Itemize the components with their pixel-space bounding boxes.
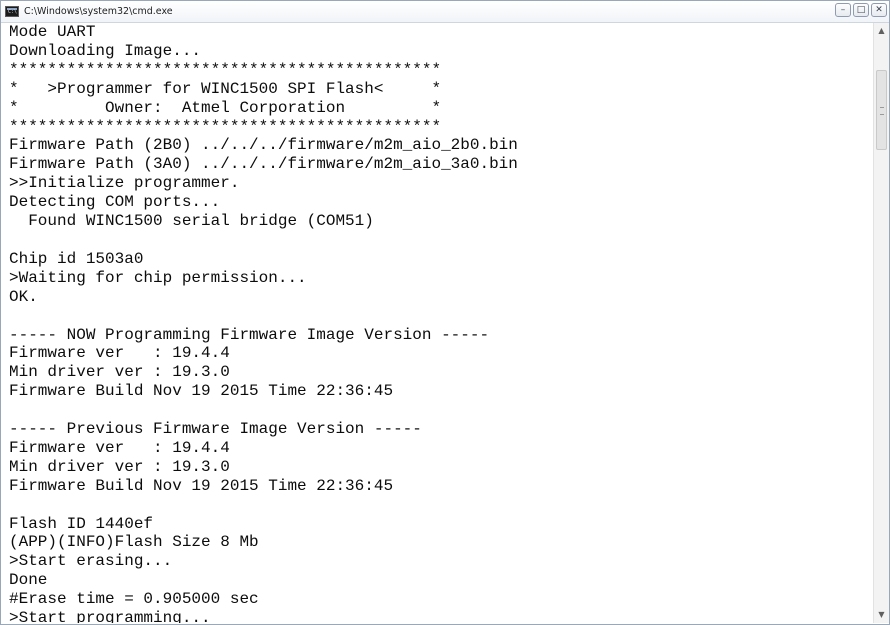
console-line: ----- NOW Programming Firmware Image Ver… [9,325,490,344]
console-line: * Owner: Atmel Corporation * [9,98,442,117]
console-line: ****************************************… [9,117,442,136]
console-line: Min driver ver : 19.3.0 [9,363,230,382]
console-line: #Erase time = 0.905000 sec [9,590,259,609]
console-line: Chip id 1503a0 [9,249,144,268]
console-line: (APP)(INFO)Flash Size 8 Mb [9,533,259,552]
scroll-down-arrow-icon[interactable]: ▼ [874,607,889,623]
console-line: Flash ID 1440ef [9,514,154,533]
console-output[interactable]: Mode UART Downloading Image... *********… [9,23,872,623]
console-line: Firmware ver : 19.4.4 [9,438,230,457]
scroll-grip-icon [880,107,884,116]
vertical-scrollbar[interactable]: ▲ ▼ [873,23,889,623]
console-line: Found WINC1500 serial bridge (COM51) [9,212,374,231]
scroll-up-arrow-icon[interactable]: ▲ [874,23,889,39]
console-line: >>Initialize programmer. [9,174,240,193]
cmd-window: C:\ C:\Windows\system32\cmd.exe – □ ✕ Mo… [0,0,890,625]
cmd-icon[interactable]: C:\ [5,6,19,17]
console-line: Firmware Build Nov 19 2015 Time 22:36:45 [9,382,394,401]
console-line: Done [9,571,48,590]
console-line: ----- Previous Firmware Image Version --… [9,420,422,439]
window-controls: – □ ✕ [835,3,887,17]
console-line: * >Programmer for WINC1500 SPI Flash< * [9,79,442,98]
console-line: >Start erasing... [9,552,173,571]
console-line: >Waiting for chip permission... [9,268,307,287]
console-line: Firmware Path (2B0) ../../../firmware/m2… [9,136,518,155]
scroll-thumb[interactable] [876,70,887,151]
console-line: Downloading Image... [9,41,202,60]
console-line: Firmware Build Nov 19 2015 Time 22:36:45 [9,476,394,495]
console-line: Mode UART [9,23,96,41]
console-line: Detecting COM ports... [9,193,221,212]
console-line: OK. [9,287,38,306]
console-line: Firmware Path (3A0) ../../../firmware/m2… [9,155,518,174]
console-line: Min driver ver : 19.3.0 [9,457,230,476]
window-title: C:\Windows\system32\cmd.exe [24,6,173,17]
title-bar[interactable]: C:\ C:\Windows\system32\cmd.exe – □ ✕ [1,1,889,23]
console-line: >Start programming... [9,609,211,623]
console-line: ****************************************… [9,60,442,79]
close-button[interactable]: ✕ [871,3,887,17]
console-text: Mode UART Downloading Image... *********… [9,23,872,623]
minimize-button[interactable]: – [835,3,851,17]
console-line: Firmware ver : 19.4.4 [9,344,230,363]
maximize-button[interactable]: □ [853,3,869,17]
